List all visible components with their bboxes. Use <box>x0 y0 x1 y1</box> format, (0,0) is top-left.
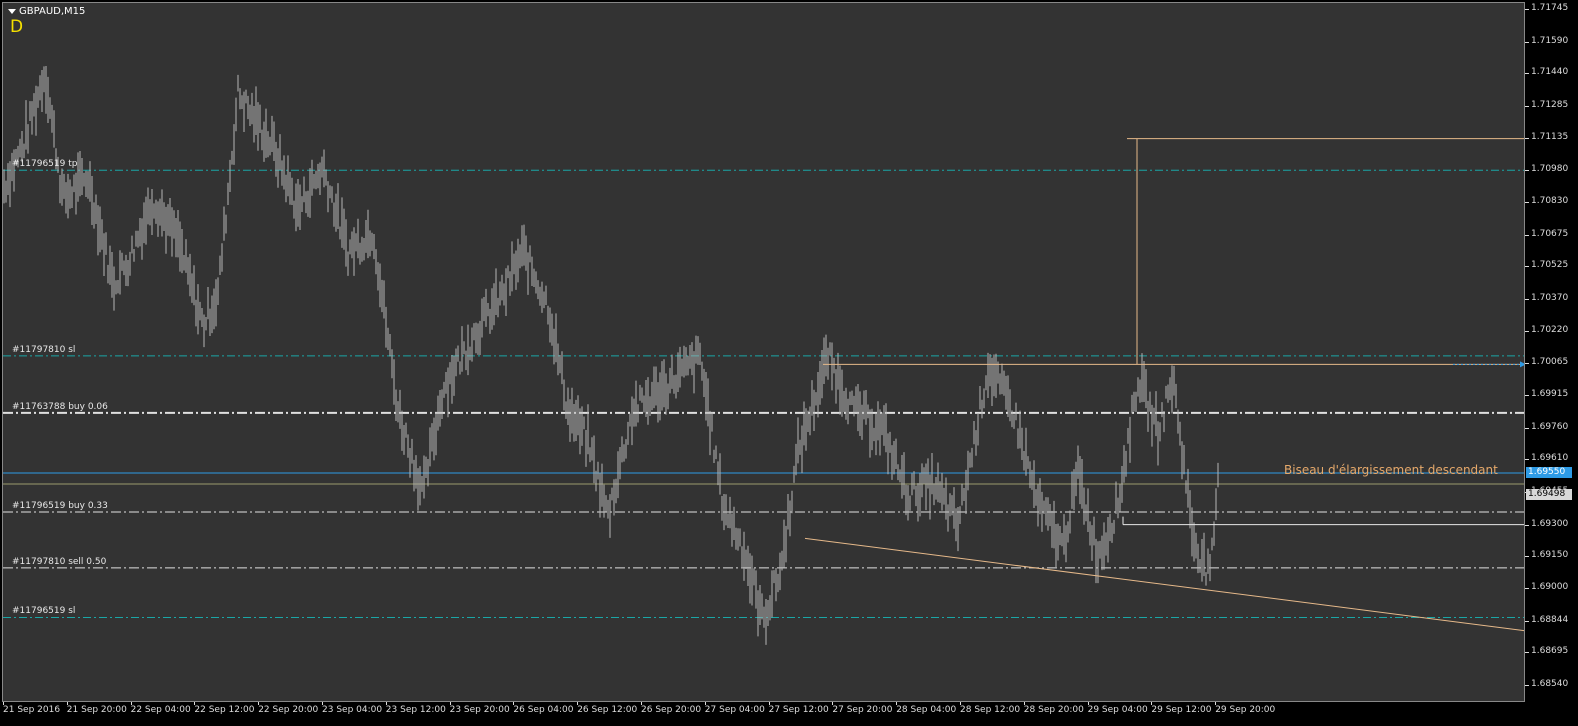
price-tick: 1.69150 <box>1524 550 1569 561</box>
time-tick: 22 Sep 04:00 <box>130 702 191 715</box>
pattern-annotation: Biseau d'élargissement descendant <box>1284 463 1498 477</box>
time-tick: 26 Sep 20:00 <box>641 702 702 715</box>
time-tick: 28 Sep 12:00 <box>960 702 1021 715</box>
price-chart[interactable] <box>3 3 1525 702</box>
time-tick: 27 Sep 04:00 <box>704 702 765 715</box>
order-label-tp1[interactable]: #11796519 tp <box>12 159 77 169</box>
time-tick: 22 Sep 20:00 <box>258 702 319 715</box>
time-tick: 23 Sep 12:00 <box>385 702 446 715</box>
price-tick: 1.71285 <box>1524 100 1569 111</box>
chart-title[interactable]: GBPAUD,M15 <box>8 6 85 17</box>
order-label-buy1[interactable]: #11763788 buy 0.06 <box>12 402 108 412</box>
price-tick: 1.70220 <box>1524 324 1569 335</box>
time-tick: 26 Sep 12:00 <box>577 702 638 715</box>
time-axis[interactable]: 21 Sep 2016 21 Sep 20:00 22 Sep 04:00 22 Se… <box>2 702 1525 726</box>
price-tick: 1.70525 <box>1524 260 1569 271</box>
dropdown-arrow-icon[interactable] <box>8 9 16 14</box>
time-tick: 23 Sep 20:00 <box>449 702 510 715</box>
price-tick: 1.69760 <box>1524 421 1569 432</box>
bid-price-marker: 1.69550 <box>1526 466 1572 478</box>
price-tick: 1.70370 <box>1524 293 1569 303</box>
price-tick: 1.69915 <box>1524 388 1569 399</box>
order-label-buy2[interactable]: #11796519 buy 0.33 <box>12 501 108 511</box>
price-tick: 1.71590 <box>1524 35 1569 46</box>
price-tick: 1.69300 <box>1524 518 1569 529</box>
time-tick: 21 Sep 20:00 <box>66 702 127 715</box>
symbol-timeframe: GBPAUD,M15 <box>19 6 86 17</box>
time-tick: 28 Sep 20:00 <box>1023 702 1084 715</box>
ask-price-marker: 1.69498 <box>1526 488 1572 500</box>
time-tick: 21 Sep 2016 <box>3 702 61 715</box>
order-label-sell1[interactable]: #11797810 sell 0.50 <box>12 557 106 567</box>
order-label-sl2[interactable]: #11796519 sl <box>12 606 75 616</box>
price-tick: 1.70065 <box>1524 357 1569 368</box>
price-tick: 1.69000 <box>1524 581 1569 592</box>
price-tick: 1.68844 <box>1524 614 1569 625</box>
time-tick: 23 Sep 04:00 <box>322 702 383 715</box>
price-tick: 1.68540 <box>1524 679 1569 689</box>
chart-window[interactable]: GBPAUD,M15 D #11796519 tp #11797810 sl #11… <box>0 0 1578 726</box>
wedge-lower-line <box>804 537 1524 632</box>
price-axis[interactable]: 1.71745 1.71590 1.71440 1.71285 1.71135 1.709… <box>1524 2 1578 702</box>
time-tick: 28 Sep 04:00 <box>896 702 957 715</box>
price-tick: 1.68695 <box>1524 646 1569 657</box>
price-tick: 1.71135 <box>1524 131 1569 142</box>
time-tick: 26 Sep 04:00 <box>513 702 574 715</box>
price-tick: 1.71440 <box>1524 67 1569 78</box>
plot-area[interactable]: GBPAUD,M15 D #11796519 tp #11797810 sl #11… <box>2 2 1525 702</box>
expert-advisor-badge: D <box>10 17 24 37</box>
time-tick: 27 Sep 20:00 <box>832 702 893 715</box>
order-label-sl1[interactable]: #11797810 sl <box>12 345 75 355</box>
time-tick: 29 Sep 20:00 <box>1215 702 1276 715</box>
time-tick: 29 Sep 04:00 <box>1087 702 1148 715</box>
price-tick: 1.70830 <box>1524 195 1569 206</box>
time-tick: 27 Sep 12:00 <box>768 702 829 715</box>
price-tick: 1.69610 <box>1524 453 1569 464</box>
price-tick: 1.71745 <box>1524 3 1569 13</box>
time-tick: 22 Sep 12:00 <box>194 702 255 715</box>
price-tick: 1.70675 <box>1524 228 1569 239</box>
time-tick: 29 Sep 12:00 <box>1151 702 1212 715</box>
price-tick: 1.70980 <box>1524 164 1569 175</box>
